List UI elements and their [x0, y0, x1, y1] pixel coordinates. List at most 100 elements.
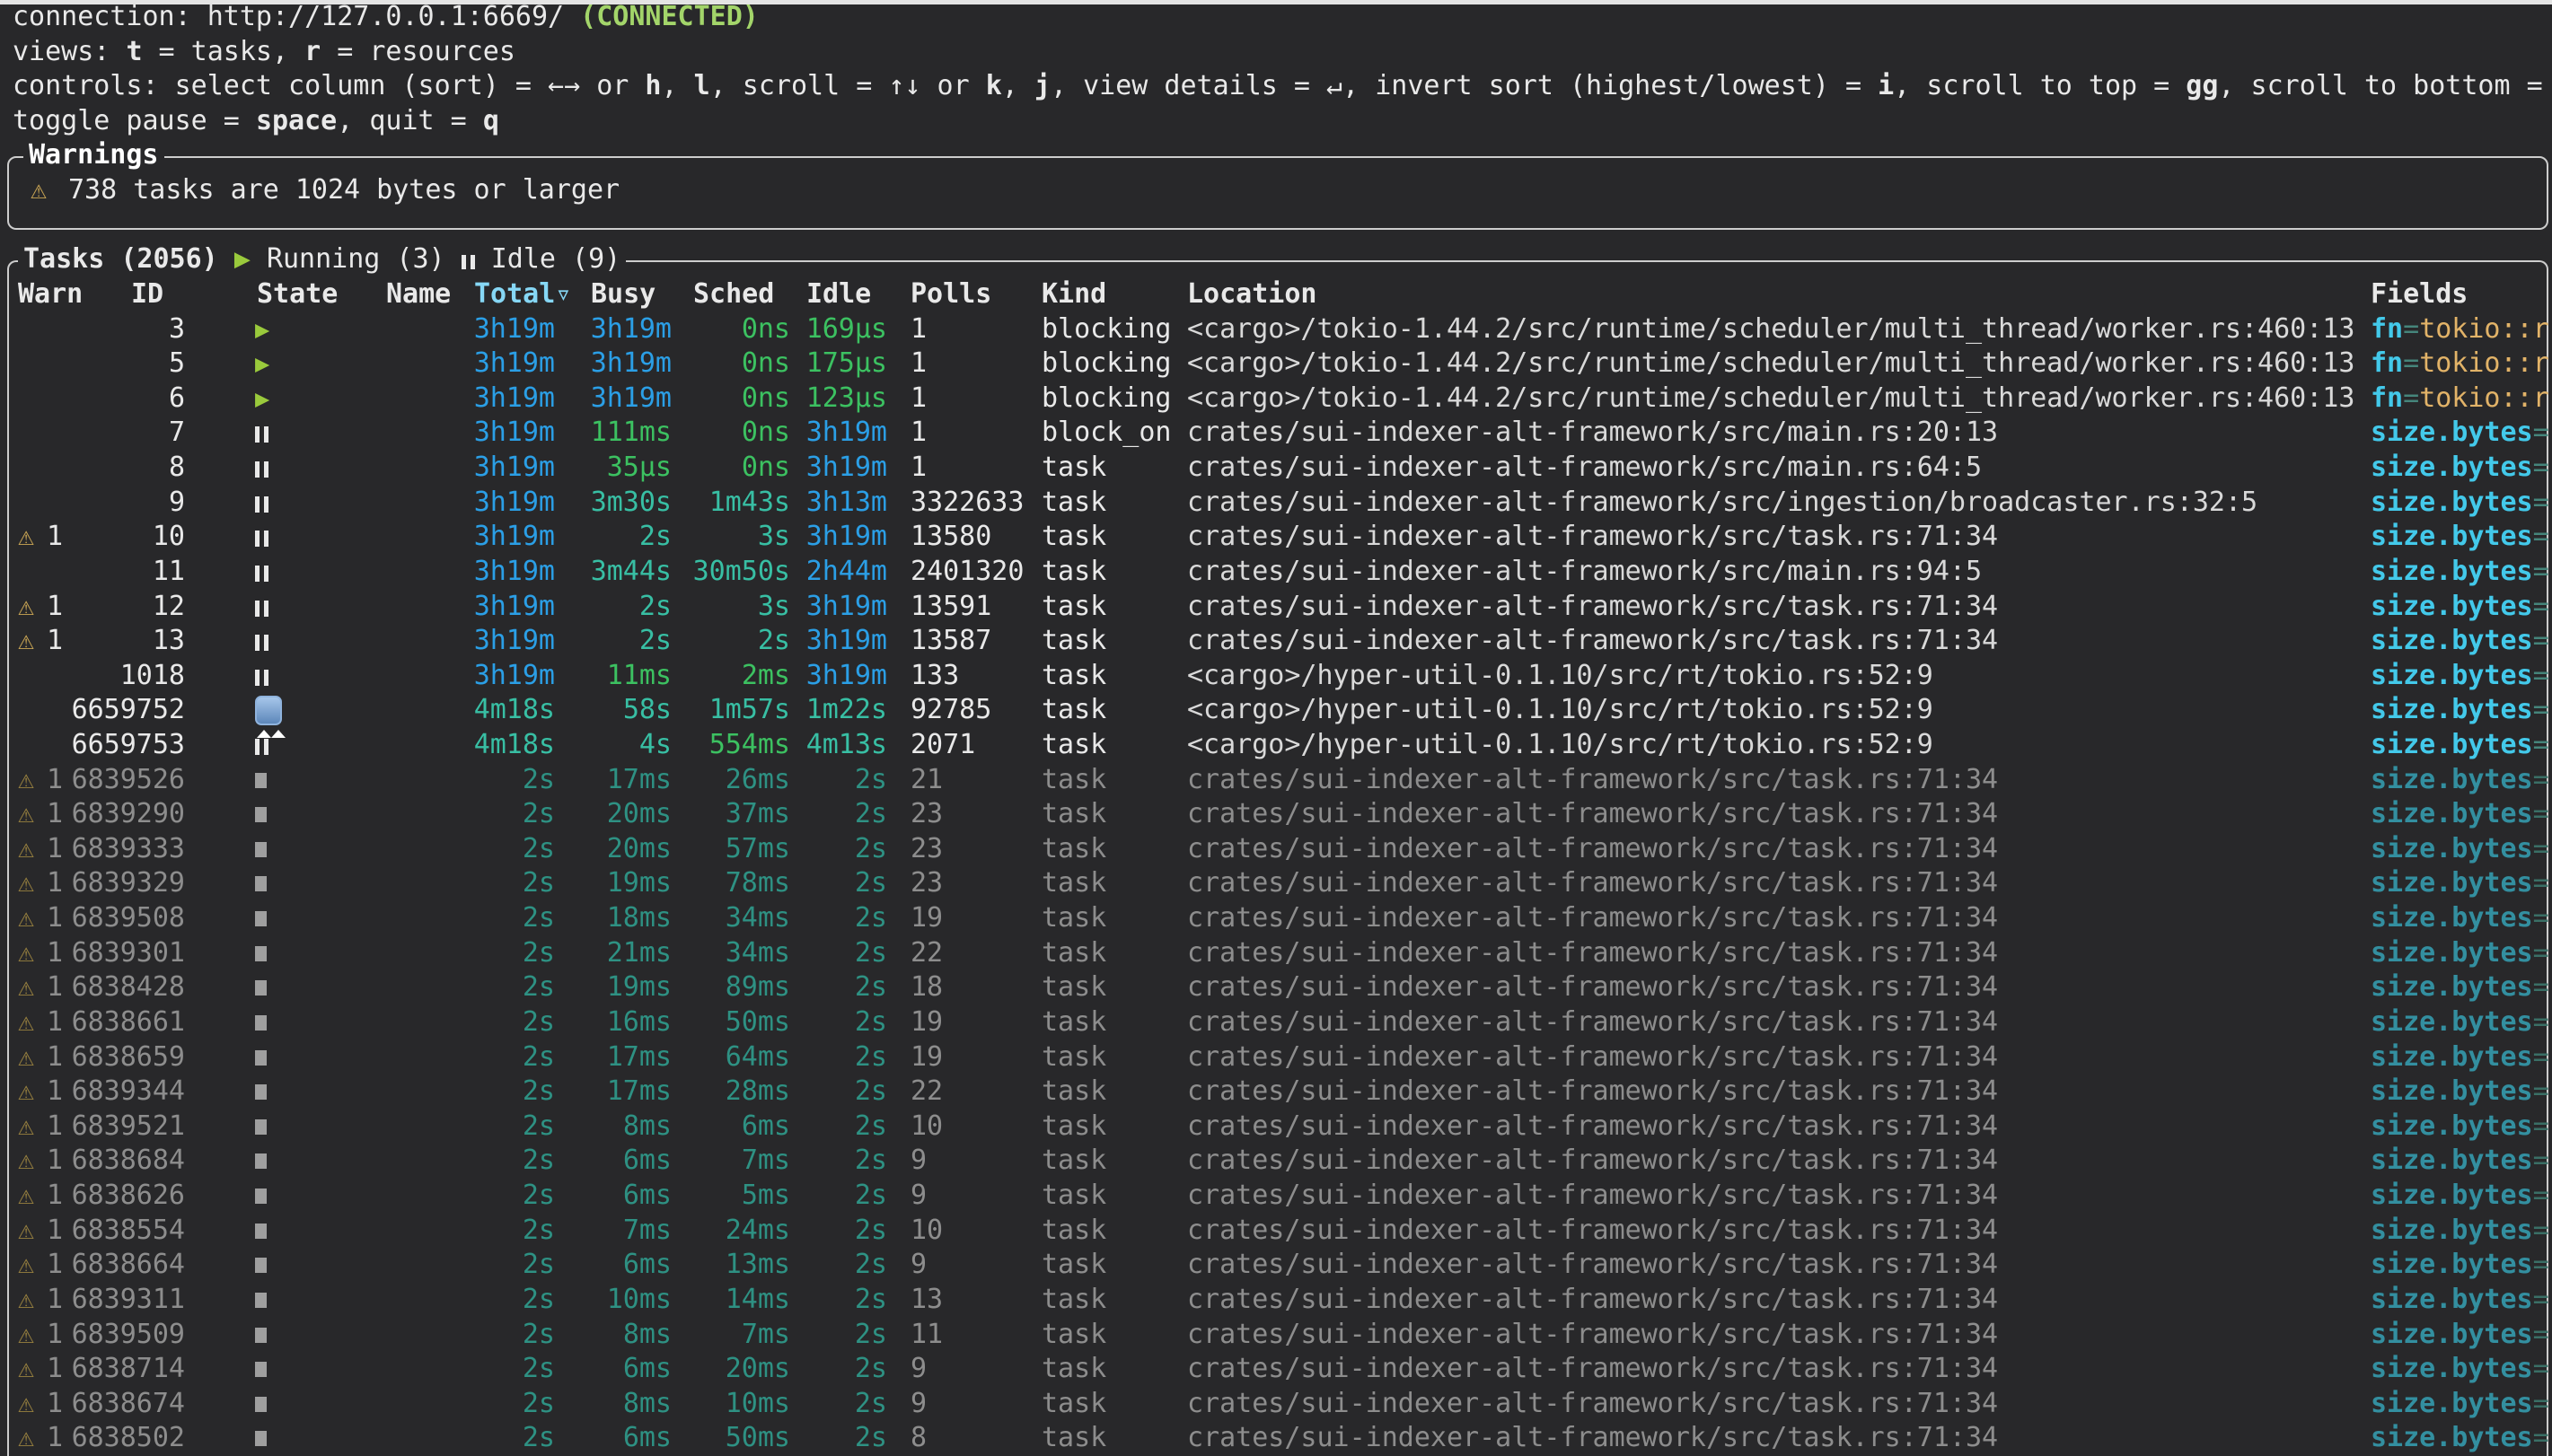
column-header-sched[interactable]: Sched	[693, 277, 774, 312]
field-equals: =	[2533, 1353, 2549, 1384]
task-row[interactable]: ⚠1103h19m2s3s3h19m13580taskcrates/sui-in…	[0, 520, 2552, 555]
column-label: Polls	[911, 278, 991, 310]
cell-fields: size.bytes=	[2371, 520, 2549, 555]
stopped-icon	[255, 773, 267, 788]
task-row[interactable]: 93h19m3m30s1m43s3h13m3322633taskcrates/s…	[0, 486, 2552, 521]
cell-idle: 3h19m	[726, 416, 887, 451]
task-row[interactable]: ⚠168393442s17ms28ms2s22taskcrates/sui-in…	[0, 1074, 2552, 1110]
text-segment: ↑↓	[888, 70, 920, 101]
field-key: size.bytes	[2371, 971, 2533, 1003]
task-row[interactable]: ⚠168395082s18ms34ms2s19taskcrates/sui-in…	[0, 901, 2552, 936]
column-header-state[interactable]: State	[257, 277, 338, 312]
task-row[interactable]: ⚠168393012s21ms34ms2s22taskcrates/sui-in…	[0, 936, 2552, 971]
warn-count: 1	[47, 1144, 63, 1179]
cell-kind: task	[1042, 1110, 1106, 1145]
cell-kind: task	[1042, 1248, 1106, 1283]
state-cell	[255, 590, 268, 625]
task-row[interactable]: ⚠168386262s6ms5ms2s9taskcrates/sui-index…	[0, 1179, 2552, 1214]
cell-kind: task	[1042, 1283, 1106, 1318]
cell-polls: 9	[911, 1352, 927, 1387]
task-row[interactable]: 113h19m3m44s30m50s2h44m2401320taskcrates…	[0, 555, 2552, 590]
cell-polls: 1	[911, 416, 927, 451]
task-row[interactable]: ⚠168386742s8ms10ms2s9taskcrates/sui-inde…	[0, 1387, 2552, 1422]
state-cell	[255, 1283, 267, 1318]
stopped-icon	[255, 807, 267, 822]
cell-idle: 3h19m	[726, 590, 887, 625]
task-row[interactable]: 66597524m18s58s1m57s1m22s92785task<cargo…	[0, 693, 2552, 728]
task-row[interactable]: ⚠168395212s8ms6ms2s10taskcrates/sui-inde…	[0, 1110, 2552, 1145]
cell-kind: task	[1042, 693, 1106, 728]
task-row[interactable]: ⚠168387142s6ms20ms2s9taskcrates/sui-inde…	[0, 1352, 2552, 1387]
cell-kind: task	[1042, 1387, 1106, 1422]
text-segment: j	[1034, 70, 1051, 101]
cell-fields: size.bytes=	[2371, 1283, 2549, 1318]
task-row[interactable]: ⚠168384282s19ms89ms2s18taskcrates/sui-in…	[0, 970, 2552, 1005]
cell-fields: size.bytes=	[2371, 451, 2549, 486]
state-cell	[255, 866, 267, 901]
text-segment: or	[580, 70, 645, 101]
cell-id: 11	[68, 555, 185, 590]
task-row[interactable]: ⚠168393292s19ms78ms2s23taskcrates/sui-in…	[0, 866, 2552, 901]
task-row[interactable]: ⚠168385022s6ms50ms2s8taskcrates/sui-inde…	[0, 1421, 2552, 1456]
cell-fields: size.bytes=	[2371, 693, 2549, 728]
field-equals: =	[2533, 452, 2549, 483]
paused-icon	[255, 452, 268, 487]
cell-polls: 9	[911, 1144, 927, 1179]
stopped-icon	[255, 1431, 267, 1446]
stopped-icon	[255, 1224, 267, 1239]
task-row[interactable]: 6▶3h19m3h19m0ns123µs1blocking<cargo>/tok…	[0, 382, 2552, 417]
text-segment: = tasks,	[143, 36, 305, 67]
cell-polls: 23	[911, 797, 943, 832]
task-row[interactable]: ⚠168393112s10ms14ms2s13taskcrates/sui-in…	[0, 1283, 2552, 1318]
cell-idle: 2s	[726, 1040, 887, 1075]
task-row[interactable]: 3▶3h19m3h19m0ns169µs1blocking<cargo>/tok…	[0, 312, 2552, 347]
field-equals: =	[2533, 1180, 2549, 1211]
cell-idle: 2s	[726, 1387, 887, 1422]
running-icon: ▶	[234, 243, 267, 275]
task-row[interactable]: 10183h19m11ms2ms3h19m133task<cargo>/hype…	[0, 659, 2552, 694]
text-segment: , scroll to bottom =	[2218, 70, 2552, 101]
cell-polls: 19	[911, 1005, 943, 1040]
field-value: tokio::r	[2419, 347, 2549, 379]
column-header-polls[interactable]: Polls	[911, 277, 991, 312]
column-header-kind[interactable]: Kind	[1042, 277, 1106, 312]
task-row[interactable]: 66597534m18s4s554ms4m13s2071task<cargo>/…	[0, 728, 2552, 763]
cell-polls: 10	[911, 1214, 943, 1249]
task-row[interactable]: 83h19m35µs0ns3h19m1taskcrates/sui-indexe…	[0, 451, 2552, 486]
task-row[interactable]: ⚠1133h19m2s2s3h19m13587taskcrates/sui-in…	[0, 624, 2552, 659]
task-row[interactable]: ⚠168395092s8ms7ms2s11taskcrates/sui-inde…	[0, 1318, 2552, 1353]
column-header-location[interactable]: Location	[1187, 277, 1317, 312]
column-header-warn[interactable]: Warn	[18, 277, 83, 312]
task-row[interactable]: ⚠168393332s20ms57ms2s23taskcrates/sui-in…	[0, 832, 2552, 867]
cell-location: crates/sui-indexer-alt-framework/src/tas…	[1187, 1179, 1998, 1214]
cell-kind: blocking	[1042, 382, 1172, 417]
cell-fields: size.bytes=	[2371, 970, 2549, 1005]
task-row[interactable]: ⚠1123h19m2s3s3h19m13591taskcrates/sui-in…	[0, 590, 2552, 625]
task-row[interactable]: ⚠168386612s16ms50ms2s19taskcrates/sui-in…	[0, 1005, 2552, 1040]
task-row[interactable]: ⚠168395262s17ms26ms2s21taskcrates/sui-in…	[0, 763, 2552, 798]
warning-icon: ⚠	[18, 520, 34, 555]
cell-location: crates/sui-indexer-alt-framework/src/mai…	[1187, 416, 1998, 451]
task-row[interactable]: ⚠168392902s20ms37ms2s23taskcrates/sui-in…	[0, 797, 2552, 832]
task-row[interactable]: 5▶3h19m3h19m0ns175µs1blocking<cargo>/tok…	[0, 346, 2552, 382]
column-header-total[interactable]: Total▿	[474, 277, 571, 312]
task-row[interactable]: 73h19m111ms0ns3h19m1block_oncrates/sui-i…	[0, 416, 2552, 451]
cell-kind: task	[1042, 832, 1106, 867]
cell-idle: 2s	[726, 901, 887, 936]
column-header-name[interactable]: Name	[386, 277, 451, 312]
task-row[interactable]: ⚠168386642s6ms13ms2s9taskcrates/sui-inde…	[0, 1248, 2552, 1283]
cell-location: crates/sui-indexer-alt-framework/src/tas…	[1187, 1110, 1998, 1145]
column-header-idle[interactable]: Idle	[806, 277, 871, 312]
task-row[interactable]: ⚠168385542s7ms24ms2s10taskcrates/sui-ind…	[0, 1214, 2552, 1249]
task-row[interactable]: ⚠168386842s6ms7ms2s9taskcrates/sui-index…	[0, 1144, 2552, 1179]
column-label: Busy	[591, 278, 656, 310]
column-header-id[interactable]: ID	[131, 277, 163, 312]
field-key: size.bytes	[2371, 1249, 2533, 1280]
warning-icon: ⚠	[18, 1040, 34, 1075]
cell-location: crates/sui-indexer-alt-framework/src/tas…	[1187, 970, 1998, 1005]
text-segment: r	[304, 36, 321, 67]
column-header-busy[interactable]: Busy	[591, 277, 656, 312]
column-header-fields[interactable]: Fields	[2371, 277, 2468, 312]
task-row[interactable]: ⚠168386592s17ms64ms2s19taskcrates/sui-in…	[0, 1040, 2552, 1075]
warn-count: 1	[47, 866, 63, 901]
